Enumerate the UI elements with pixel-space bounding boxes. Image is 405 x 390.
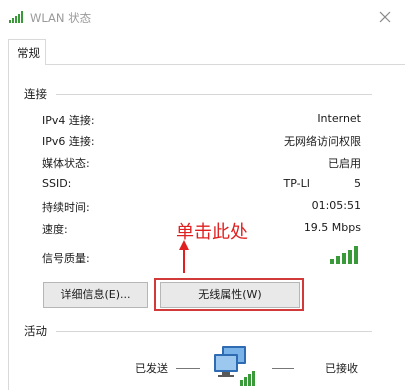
speed-label: 速度: [42, 223, 68, 236]
annotation-arrow-icon [179, 240, 189, 273]
sent-label: 已发送 [135, 362, 168, 375]
duration-value: 01:05:51 [311, 199, 361, 212]
ssid-value-prefix: TP-LI [283, 177, 310, 190]
tab-general[interactable]: 常规 [8, 39, 46, 65]
activity-section-title: 活动 [24, 324, 47, 338]
highlight-box [154, 278, 304, 311]
close-button[interactable] [368, 4, 402, 30]
ssid-redaction [310, 177, 354, 191]
ssid-value: TP-LI 5 [284, 177, 361, 191]
close-icon [379, 11, 391, 23]
media-state-value: 已启用 [328, 157, 361, 170]
ipv4-value: Internet [317, 112, 361, 125]
network-computer-icon [214, 346, 255, 386]
sent-dash [176, 368, 200, 369]
received-label: 已接收 [325, 362, 358, 375]
speed-value: 19.5 Mbps [303, 221, 361, 234]
received-dash [272, 368, 294, 369]
ssid-value-suffix: 5 [354, 177, 361, 190]
wlan-signal-icon [9, 11, 23, 23]
ipv4-label: IPv4 连接: [42, 114, 95, 127]
signal-strength-icon [330, 246, 358, 264]
connection-divider [56, 94, 372, 95]
duration-label: 持续时间: [42, 201, 90, 214]
connection-section-title: 连接 [24, 87, 47, 101]
media-state-label: 媒体状态: [42, 157, 90, 170]
ssid-label: SSID: [42, 177, 72, 190]
ipv6-value: 无网络访问权限 [284, 135, 361, 148]
activity-divider [56, 331, 372, 332]
tab-general-label: 常规 [17, 46, 40, 60]
details-button[interactable]: 详细信息(E)... [43, 282, 148, 308]
title-bar: WLAN 状态 [0, 0, 405, 34]
window-title: WLAN 状态 [30, 11, 92, 25]
signal-quality-label: 信号质量: [42, 252, 90, 265]
ipv6-label: IPv6 连接: [42, 135, 95, 148]
